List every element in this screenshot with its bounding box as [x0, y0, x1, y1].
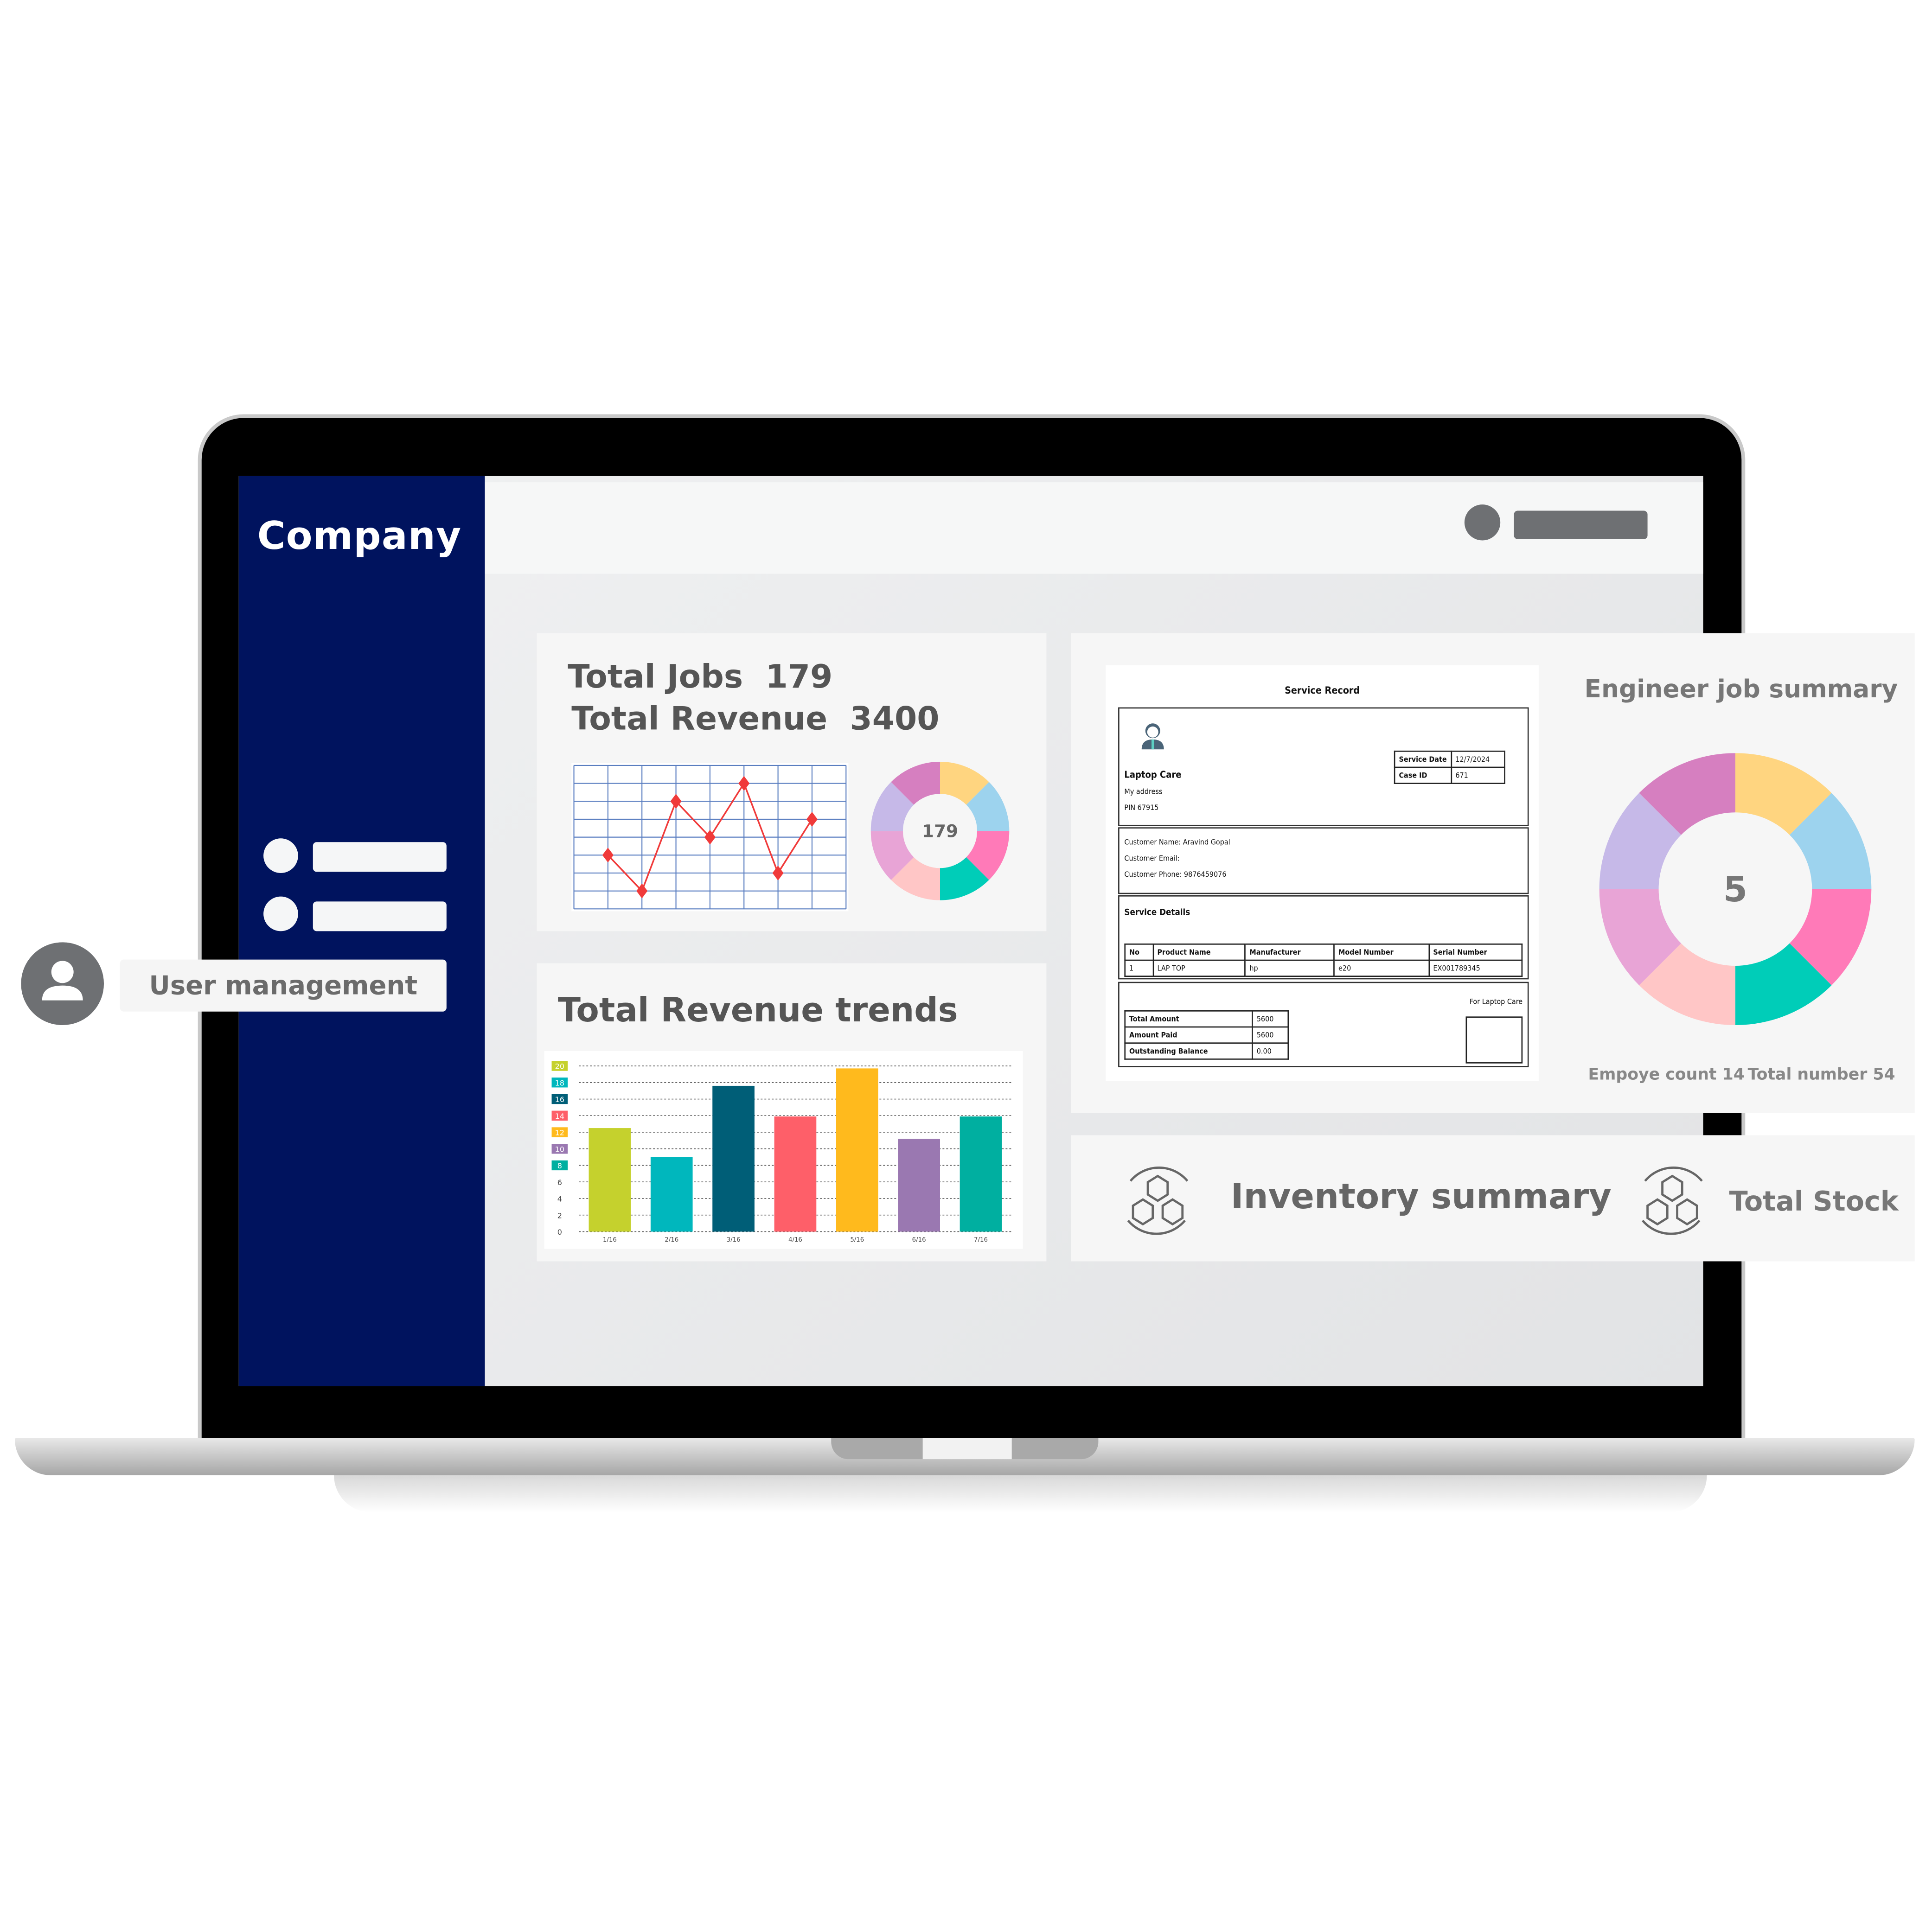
- service-date-value: 12/7/2024: [1450, 750, 1505, 768]
- payment-box: For Laptop Care Total Amount 5600 Amount P…: [1118, 982, 1529, 1067]
- profile-avatar[interactable]: [1464, 504, 1501, 541]
- ytick-label: 12: [555, 1129, 564, 1137]
- total-revenue: Total Revenue 3400: [571, 701, 939, 738]
- totals-row: Amount Paid 5600: [1124, 1026, 1289, 1044]
- case-id-value: 671: [1450, 766, 1505, 784]
- total-revenue-label: Total Revenue: [571, 701, 828, 739]
- bar: [898, 1139, 940, 1232]
- line-chart: [571, 763, 849, 912]
- total-jobs-value: 179: [765, 659, 833, 696]
- totals-value: 0.00: [1252, 1042, 1289, 1060]
- xtick-label: 1/16: [603, 1237, 617, 1243]
- laptop-hinge-gap: [922, 1438, 1012, 1460]
- engineer-donut-chart: 5: [1599, 753, 1872, 1026]
- totals-label: Total Amount: [1124, 1010, 1253, 1028]
- details-row: 1 LAP TOP hp e20 EX001789345: [1124, 959, 1523, 977]
- ytick-label: 0: [557, 1228, 562, 1237]
- details-cell: hp: [1244, 959, 1335, 977]
- ytick-label: 14: [555, 1112, 564, 1121]
- user-icon[interactable]: [21, 942, 104, 1026]
- company-box: Laptop Care My address PIN 67915 Service…: [1118, 707, 1529, 826]
- ytick-label: 6: [557, 1178, 562, 1187]
- service-record-title: Service Record: [1285, 685, 1360, 696]
- service-details-title: Service Details: [1124, 907, 1190, 918]
- engineer-summary-title: Engineer job summary: [1584, 674, 1898, 704]
- ytick-label: 20: [555, 1062, 564, 1071]
- total-jobs: Total Jobs 179: [568, 659, 832, 696]
- totals-row: Total Amount 5600: [1124, 1010, 1289, 1028]
- xtick-label: 6/16: [912, 1237, 926, 1243]
- service-details-box: Service Details No Product Name Manufactur…: [1118, 895, 1529, 980]
- signature-box: [1465, 1016, 1523, 1064]
- profile-name-placeholder[interactable]: [1514, 510, 1648, 539]
- customer-email: Customer Email:: [1124, 854, 1180, 863]
- totals-label: Outstanding Balance: [1124, 1042, 1253, 1060]
- details-cell: EX001789345: [1428, 959, 1523, 977]
- details-header-cell: Product Name: [1152, 943, 1246, 961]
- totals-value: 5600: [1252, 1026, 1289, 1044]
- laptop-base-shadow: [334, 1475, 1707, 1512]
- total-revenue-value: 3400: [850, 701, 940, 739]
- service-date-label: Service Date: [1394, 750, 1452, 768]
- bar: [589, 1128, 631, 1232]
- customer-phone: Customer Phone: 9876459076: [1124, 870, 1227, 880]
- company-address: My address: [1124, 787, 1163, 797]
- totals-label: Amount Paid: [1124, 1026, 1253, 1044]
- xtick-label: 7/16: [974, 1237, 988, 1243]
- details-header-cell: Model Number: [1333, 943, 1430, 961]
- ytick-label: 10: [555, 1145, 564, 1154]
- bar: [960, 1116, 1002, 1232]
- service-record-document: Service Record Laptop Care My address PI…: [1106, 665, 1539, 1081]
- case-id-label: Case ID: [1394, 766, 1452, 784]
- donut-center-label: 5: [1723, 869, 1747, 910]
- bar: [650, 1157, 693, 1232]
- nav-item-1[interactable]: [313, 842, 447, 872]
- jobs-donut-chart: 179: [870, 761, 1010, 900]
- signature-label: For Laptop Care: [1469, 998, 1523, 1007]
- brand-title: Company: [257, 514, 462, 559]
- stock-cycle-icon: [1642, 1167, 1703, 1235]
- details-header-cell: Serial Number: [1428, 943, 1523, 961]
- total-jobs-label: Total Jobs: [568, 659, 743, 696]
- revenue-bar-chart: 0 2 4 6 8 10 12 14 16 18 20 1/16 2/16 3/16 4/16 5/16 6/1…: [544, 1051, 1023, 1249]
- details-header-cell: Manufacturer: [1244, 943, 1335, 961]
- ytick-label: 4: [557, 1195, 562, 1204]
- details-cell: 1: [1124, 959, 1154, 977]
- total-number: Total number 54: [1747, 1066, 1895, 1085]
- total-stock-label: Total Stock: [1729, 1187, 1899, 1218]
- engineer-avatar-icon: [1141, 723, 1164, 750]
- donut-center-label: 179: [922, 821, 958, 841]
- xtick-label: 5/16: [850, 1237, 864, 1243]
- bar: [774, 1116, 817, 1232]
- customer-box: Customer Name: Aravind Gopal Customer Em…: [1118, 827, 1529, 894]
- xtick-label: 3/16: [727, 1237, 741, 1243]
- service-meta-table: Service Date 12/7/2024 Case ID 671: [1394, 750, 1505, 784]
- payment-totals-table: Total Amount 5600 Amount Paid 5600 Outstandi…: [1124, 1010, 1289, 1060]
- company-name: Laptop Care: [1124, 769, 1182, 780]
- company-pin: PIN 67915: [1124, 803, 1159, 813]
- bar: [836, 1068, 878, 1232]
- ytick-label: 8: [557, 1161, 562, 1170]
- employee-count: Empoye count 14: [1588, 1066, 1745, 1085]
- totals-value: 5600: [1252, 1010, 1289, 1028]
- details-cell: LAP TOP: [1152, 959, 1246, 977]
- ytick-label: 16: [555, 1095, 564, 1104]
- nav-item-2[interactable]: [313, 901, 447, 931]
- xtick-label: 2/16: [665, 1237, 678, 1243]
- totals-row: Outstanding Balance 0.00: [1124, 1042, 1289, 1060]
- inventory-title: Inventory summary: [1230, 1176, 1612, 1217]
- service-details-table: No Product Name Manufacturer Model Number Se…: [1124, 943, 1523, 977]
- details-cell: e20: [1333, 959, 1430, 977]
- ytick-label: 2: [557, 1211, 562, 1220]
- revenue-trends-title: Total Revenue trends: [557, 992, 958, 1030]
- customer-name: Customer Name: Aravind Gopal: [1124, 838, 1230, 847]
- inventory-cycle-icon: [1127, 1167, 1189, 1235]
- nav-item-icon: [263, 838, 298, 873]
- user-management-button[interactable]: User management: [120, 959, 447, 1012]
- nav-item-icon: [263, 896, 298, 931]
- bar: [712, 1085, 755, 1232]
- ytick-label: 18: [555, 1078, 564, 1087]
- details-header-cell: No: [1124, 943, 1154, 961]
- xtick-label: 4/16: [788, 1237, 802, 1243]
